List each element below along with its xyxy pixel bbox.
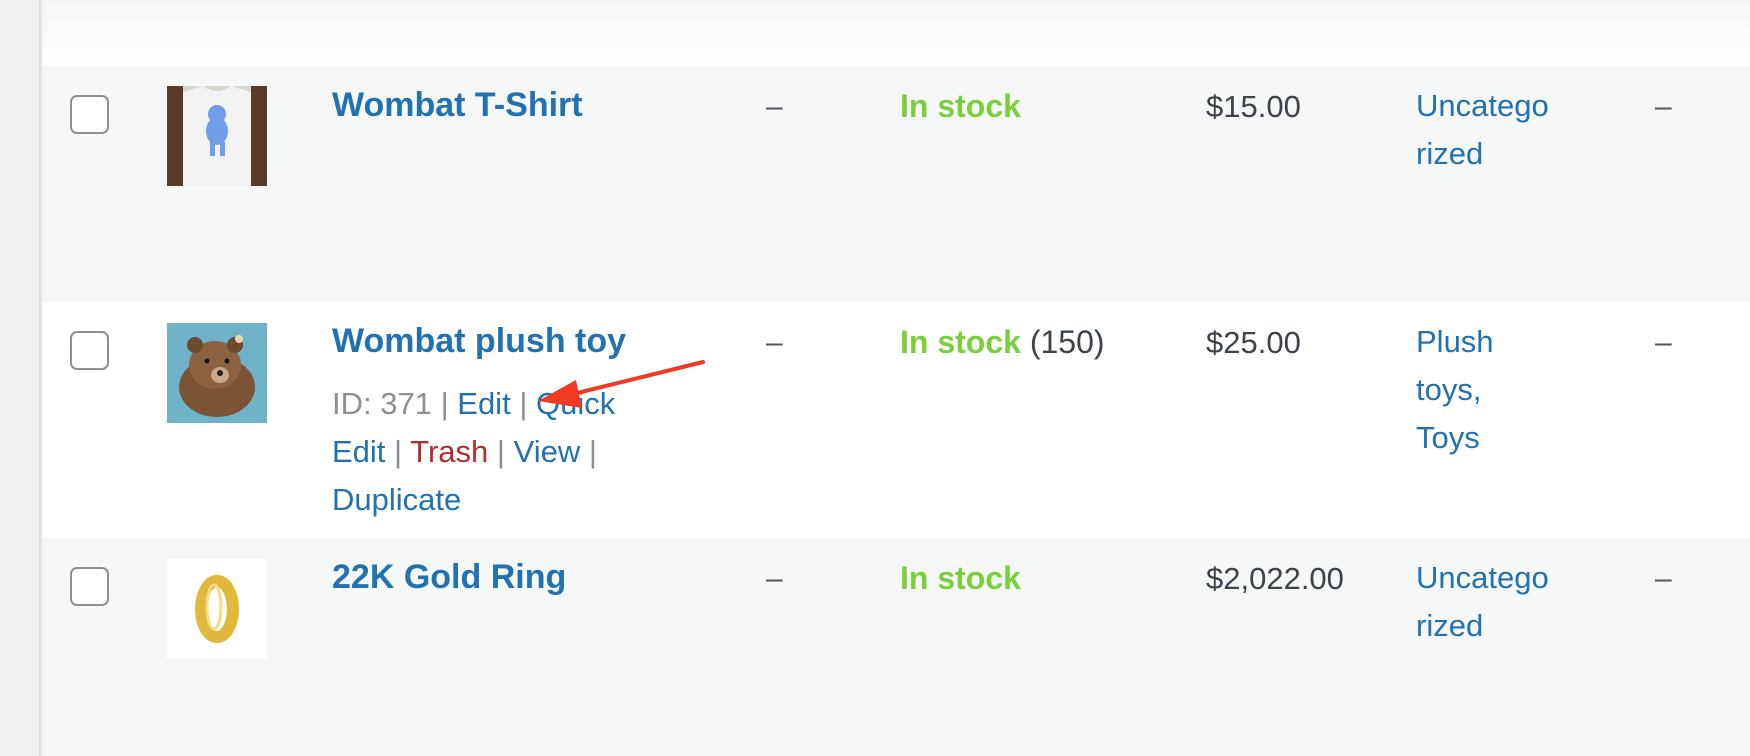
separator: | — [519, 386, 528, 421]
trash-link[interactable]: Trash — [410, 434, 488, 469]
products-table: Wombat T-Shirt – In stock $15.00 Uncateg… — [43, 0, 1750, 756]
category-link[interactable]: rized — [1416, 602, 1586, 650]
product-id-text: ID: 371 — [332, 386, 432, 421]
stock-status-label: In stock — [900, 324, 1021, 360]
product-name-link[interactable]: 22K Gold Ring — [332, 558, 566, 597]
row-select-checkbox[interactable] — [70, 331, 109, 370]
sku-value: – — [766, 326, 783, 359]
sku-value: – — [766, 562, 783, 595]
separator: | — [440, 386, 449, 421]
admin-sidebar-edge — [0, 0, 41, 756]
stock-status-label: In stock — [900, 88, 1021, 124]
category-link[interactable]: Plush — [1416, 318, 1586, 366]
row-actions: ID: 371 | Edit | Quick Edit | Trash | Vi… — [332, 380, 672, 524]
stock-status-label: In stock — [900, 560, 1021, 596]
stock-status: In stock — [900, 560, 1021, 597]
row-select-checkbox[interactable] — [70, 95, 109, 134]
category-link[interactable]: toys, — [1416, 366, 1586, 414]
product-name-link[interactable]: Wombat plush toy — [332, 322, 626, 361]
stock-status: In stock — [900, 88, 1021, 125]
separator: | — [588, 434, 597, 469]
categories-cell: Uncatego rized — [1416, 554, 1586, 650]
separator: | — [394, 434, 403, 469]
category-link[interactable]: rized — [1416, 130, 1586, 178]
duplicate-link[interactable]: Duplicate — [332, 482, 461, 517]
tags-value: – — [1655, 90, 1672, 123]
tags-value: – — [1655, 562, 1672, 595]
category-link[interactable]: Uncatego — [1416, 82, 1586, 130]
edit-link[interactable]: Edit — [457, 386, 510, 421]
gold-ring-thumbnail[interactable] — [167, 559, 267, 659]
price-value: $2,022.00 — [1206, 561, 1344, 596]
price-value: $25.00 — [1206, 325, 1301, 360]
categories-cell: Uncatego rized — [1416, 82, 1586, 178]
table-header-area — [43, 0, 1750, 66]
t-shirt-thumbnail[interactable] — [167, 86, 267, 186]
categories-cell: Plush toys, Toys — [1416, 318, 1586, 462]
separator: | — [496, 434, 505, 469]
table-row: Wombat T-Shirt – In stock $15.00 Uncateg… — [43, 66, 1750, 302]
category-link[interactable]: Toys — [1416, 414, 1586, 462]
table-row: 22K Gold Ring – In stock $2,022.00 Uncat… — [43, 538, 1750, 756]
category-link[interactable]: Uncatego — [1416, 554, 1586, 602]
tags-value: – — [1655, 326, 1672, 359]
stock-quantity: (150) — [1029, 324, 1105, 360]
view-link[interactable]: View — [514, 434, 581, 469]
plush-toy-thumbnail[interactable] — [167, 323, 267, 423]
stock-status: In stock (150) — [900, 324, 1105, 361]
table-row: Wombat plush toy ID: 371 | Edit | Quick … — [43, 302, 1750, 538]
price-value: $15.00 — [1206, 89, 1301, 124]
sku-value: – — [766, 90, 783, 123]
product-name-link[interactable]: Wombat T-Shirt — [332, 86, 583, 125]
row-select-checkbox[interactable] — [70, 567, 109, 606]
